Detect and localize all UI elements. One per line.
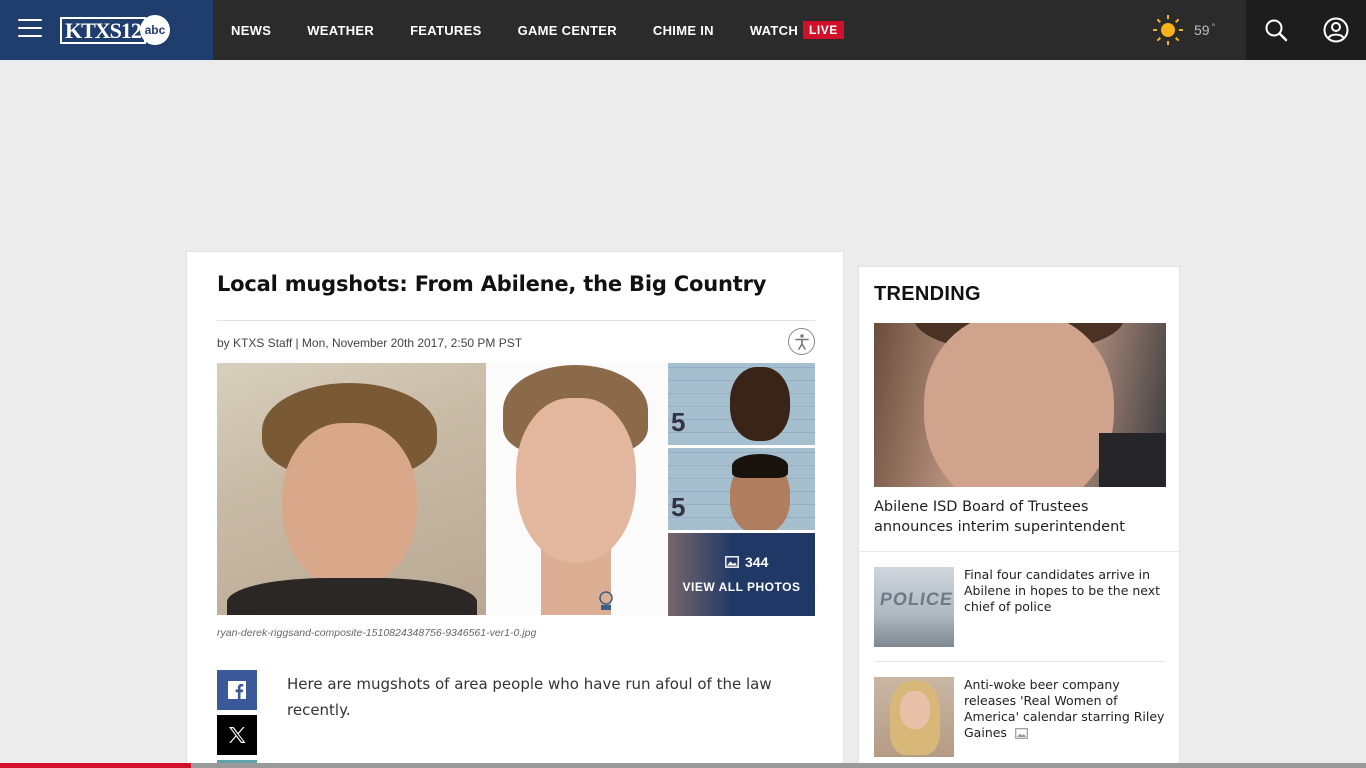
nav-features[interactable]: FEATURES	[410, 23, 482, 38]
photo-gallery: 5 5 344 VIEW ALL PHOTOS	[217, 363, 815, 616]
gallery-icon	[1015, 728, 1028, 739]
logo-text: KTXS12	[60, 16, 146, 44]
reading-progress-fill	[0, 763, 192, 768]
gallery-thumb-1[interactable]: 5	[668, 363, 815, 445]
main-nav: NEWS WEATHER FEATURES GAME CENTER CHIME …	[231, 0, 880, 60]
user-icon	[1323, 17, 1349, 43]
live-badge: LIVE	[803, 21, 844, 39]
view-all-photos-button[interactable]: 344 VIEW ALL PHOTOS	[668, 533, 815, 616]
reading-progress-bar	[0, 763, 1366, 768]
photo-caption: ryan-derek-riggsand-composite-1510824348…	[217, 627, 537, 639]
station-logo[interactable]: KTXS12 abc	[60, 15, 170, 45]
trending-item-thumb	[874, 677, 954, 757]
weather-widget[interactable]: 59 °	[1152, 14, 1215, 46]
nav-watch-live[interactable]: WATCH LIVE	[750, 21, 844, 39]
trending-item[interactable]: Anti-woke beer company releases 'Real Wo…	[874, 677, 1166, 757]
sun-icon	[1152, 14, 1184, 46]
headline-divider	[217, 320, 815, 321]
facebook-icon	[228, 681, 246, 699]
account-button[interactable]	[1306, 0, 1366, 60]
nav-chime-in[interactable]: CHIME IN	[653, 23, 714, 38]
view-all-photos-label: VIEW ALL PHOTOS	[682, 580, 801, 594]
trending-item-title: Anti-woke beer company releases 'Real Wo…	[964, 677, 1165, 740]
trending-item[interactable]: POLICE Final four candidates arrive in A…	[874, 567, 1166, 647]
share-x-button[interactable]	[217, 715, 257, 755]
search-icon	[1265, 19, 1288, 42]
top-nav-bar: KTXS12 abc NEWS WEATHER FEATURES GAME CE…	[0, 0, 1366, 60]
article-body: Here are mugshots of area people who hav…	[287, 675, 772, 719]
temperature: 59 °	[1194, 22, 1216, 38]
accessibility-icon	[794, 333, 809, 350]
menu-icon[interactable]	[18, 19, 42, 39]
gallery-thumb-2[interactable]: 5	[668, 448, 815, 530]
photo-count: 344	[725, 554, 768, 570]
nav-weather[interactable]: WEATHER	[307, 23, 374, 38]
gallery-main-photo[interactable]	[217, 363, 486, 615]
search-button[interactable]	[1246, 0, 1306, 60]
divider	[874, 661, 1166, 662]
trending-heading: TRENDING	[874, 283, 981, 305]
trending-hero-link[interactable]: Abilene ISD Board of Trustees announces …	[874, 497, 1164, 537]
share-facebook-button[interactable]	[217, 670, 257, 710]
nav-news[interactable]: NEWS	[231, 23, 271, 38]
trending-panel: TRENDING Abilene ISD Board of Trustees a…	[858, 266, 1180, 768]
article-byline: by KTXS Staff | Mon, November 20th 2017,…	[217, 336, 523, 350]
police-car-text: POLICE	[878, 589, 954, 609]
dna-logo-icon	[599, 591, 613, 610]
divider	[859, 551, 1179, 552]
trending-item-title: Final four candidates arrive in Abilene …	[964, 567, 1161, 614]
article-card: Local mugshots: From Abilene, the Big Co…	[186, 251, 844, 768]
gallery-composite-photo[interactable]	[486, 363, 667, 615]
image-icon	[725, 556, 739, 568]
accessibility-button[interactable]	[788, 328, 815, 355]
trending-hero-image[interactable]	[874, 323, 1166, 487]
trending-item-thumb: POLICE	[874, 567, 954, 647]
nav-game-center[interactable]: GAME CENTER	[518, 23, 617, 38]
brand-area: KTXS12 abc	[0, 0, 213, 60]
article-headline: Local mugshots: From Abilene, the Big Co…	[217, 272, 767, 296]
abc-logo: abc	[139, 15, 170, 45]
nav-watch: WATCH	[749, 22, 799, 38]
x-icon	[229, 727, 246, 743]
